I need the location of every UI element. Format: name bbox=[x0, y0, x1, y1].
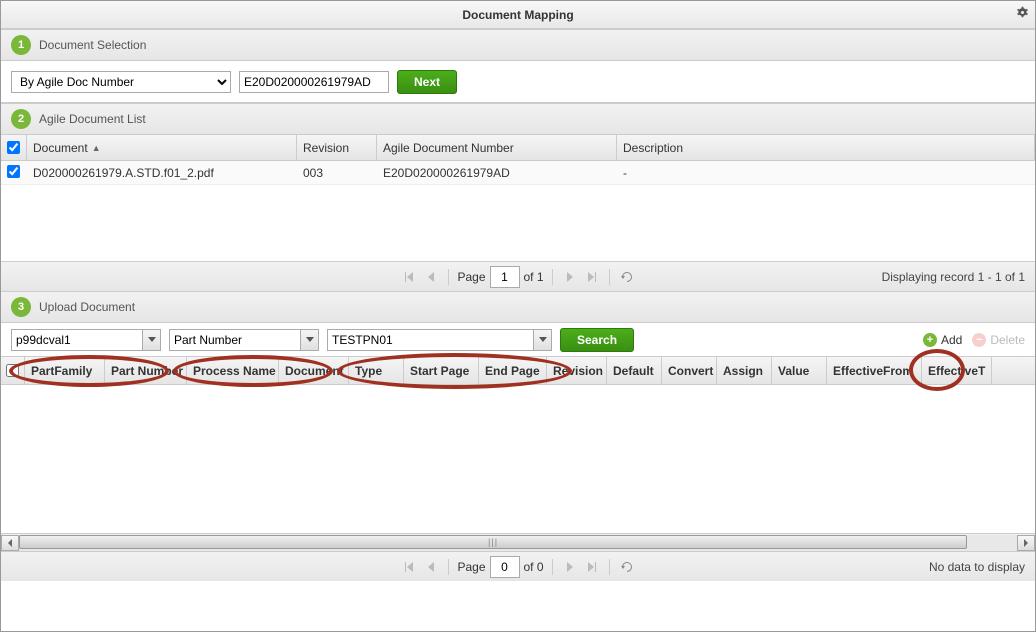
col-document2[interactable]: Document bbox=[279, 357, 349, 384]
cell-document: D020000261979.A.STD.f01_2.pdf bbox=[27, 166, 297, 180]
chevron-down-icon[interactable] bbox=[142, 330, 160, 350]
page-total: of 1 bbox=[524, 270, 544, 284]
col-type[interactable]: Type bbox=[349, 357, 404, 384]
col-processname[interactable]: Process Name bbox=[187, 357, 279, 384]
table-row[interactable]: D020000261979.A.STD.f01_2.pdf 003 E20D02… bbox=[1, 161, 1035, 185]
first-page-icon[interactable] bbox=[400, 268, 418, 286]
last-page-icon[interactable] bbox=[583, 558, 601, 576]
combo-partfamily-input[interactable] bbox=[11, 329, 161, 351]
page-title: Document Mapping bbox=[462, 8, 573, 22]
col-agile-doc-number[interactable]: Agile Document Number bbox=[377, 135, 617, 160]
refresh-icon[interactable] bbox=[618, 558, 636, 576]
delete-button: − Delete bbox=[972, 333, 1025, 347]
search-button[interactable]: Search bbox=[560, 328, 634, 352]
col-convert[interactable]: Convert bbox=[662, 357, 717, 384]
chevron-down-icon[interactable] bbox=[533, 330, 551, 350]
page-total-2: of 0 bbox=[524, 560, 544, 574]
horizontal-scrollbar[interactable]: ||| bbox=[1, 533, 1035, 551]
col-revision[interactable]: Revision bbox=[297, 135, 377, 160]
add-button[interactable]: + Add bbox=[923, 333, 962, 347]
col-value[interactable]: Value bbox=[772, 357, 827, 384]
step3-number: 3 bbox=[11, 297, 31, 317]
col-revision2[interactable]: Revision bbox=[547, 357, 607, 384]
cell-agile-doc-number: E20D020000261979AD bbox=[377, 166, 617, 180]
combo-searchby[interactable] bbox=[169, 329, 319, 351]
settings-icon[interactable] bbox=[1015, 5, 1029, 22]
upload-grid-body bbox=[1, 385, 1035, 533]
step1-number: 1 bbox=[11, 35, 31, 55]
upload-toolbar: Search + Add − Delete bbox=[1, 323, 1035, 357]
step2-number: 2 bbox=[11, 109, 31, 129]
combo-partfamily[interactable] bbox=[11, 329, 161, 351]
page-input[interactable] bbox=[490, 266, 520, 288]
col-partfamily[interactable]: PartFamily bbox=[25, 357, 105, 384]
doc-list-body: D020000261979.A.STD.f01_2.pdf 003 E20D02… bbox=[1, 161, 1035, 261]
scroll-left-icon[interactable] bbox=[1, 535, 19, 551]
step1-header: 1 Document Selection bbox=[1, 29, 1035, 61]
upload-paging: Page of 0 No data to display bbox=[1, 551, 1035, 581]
doc-list-header: Document ▲ Revision Agile Document Numbe… bbox=[1, 135, 1035, 161]
combo-partnumber-input[interactable] bbox=[327, 329, 552, 351]
page-input-2[interactable] bbox=[490, 556, 520, 578]
row-checkbox[interactable] bbox=[7, 165, 20, 178]
step1-body: By Agile Doc Number Next bbox=[1, 61, 1035, 103]
cell-revision: 003 bbox=[297, 166, 377, 180]
col-default[interactable]: Default bbox=[607, 357, 662, 384]
title-bar: Document Mapping bbox=[1, 1, 1035, 29]
paging-status-2: No data to display bbox=[929, 560, 1025, 574]
page-label: Page bbox=[457, 270, 485, 284]
prev-page-icon[interactable] bbox=[422, 268, 440, 286]
minus-icon: − bbox=[972, 333, 986, 347]
plus-icon: + bbox=[923, 333, 937, 347]
cell-description: - bbox=[617, 166, 1035, 180]
step3-header: 3 Upload Document bbox=[1, 291, 1035, 323]
prev-page-icon[interactable] bbox=[422, 558, 440, 576]
col-description[interactable]: Description bbox=[617, 135, 1035, 160]
upload-grid-header: PartFamily Part Number Process Name Docu… bbox=[1, 357, 1035, 385]
step2-title: Agile Document List bbox=[39, 112, 146, 126]
doc-number-input[interactable] bbox=[239, 71, 389, 93]
col-effectivefrom[interactable]: EffectiveFrom bbox=[827, 357, 922, 384]
col-effectiveto[interactable]: EffectiveT bbox=[922, 357, 992, 384]
select-all-checkbox[interactable] bbox=[7, 141, 20, 154]
next-button[interactable]: Next bbox=[397, 70, 457, 94]
page-label: Page bbox=[457, 560, 485, 574]
col-document[interactable]: Document ▲ bbox=[27, 135, 297, 160]
col-startpage[interactable]: Start Page bbox=[404, 357, 479, 384]
next-page-icon[interactable] bbox=[561, 268, 579, 286]
last-page-icon[interactable] bbox=[583, 268, 601, 286]
col-endpage[interactable]: End Page bbox=[479, 357, 547, 384]
chevron-down-icon[interactable] bbox=[300, 330, 318, 350]
doc-list-paging: Page of 1 Displaying record 1 - 1 of 1 bbox=[1, 261, 1035, 291]
scroll-thumb[interactable]: ||| bbox=[19, 535, 967, 549]
col-partnumber[interactable]: Part Number bbox=[105, 357, 187, 384]
header-checkbox-cell bbox=[1, 135, 27, 160]
step3-title: Upload Document bbox=[39, 300, 135, 314]
selection-mode-dropdown[interactable]: By Agile Doc Number bbox=[11, 71, 231, 93]
next-page-icon[interactable] bbox=[561, 558, 579, 576]
refresh-icon[interactable] bbox=[618, 268, 636, 286]
sort-asc-icon: ▲ bbox=[92, 143, 101, 153]
step1-title: Document Selection bbox=[39, 38, 146, 52]
scroll-track[interactable]: ||| bbox=[19, 535, 1017, 551]
col-assign[interactable]: Assign bbox=[717, 357, 772, 384]
combo-searchby-input[interactable] bbox=[169, 329, 319, 351]
scroll-right-icon[interactable] bbox=[1017, 535, 1035, 551]
combo-partnumber[interactable] bbox=[327, 329, 552, 351]
step2-header: 2 Agile Document List bbox=[1, 103, 1035, 135]
paging-status: Displaying record 1 - 1 of 1 bbox=[882, 270, 1025, 284]
select-all-checkbox-2[interactable] bbox=[6, 364, 19, 377]
first-page-icon[interactable] bbox=[400, 558, 418, 576]
